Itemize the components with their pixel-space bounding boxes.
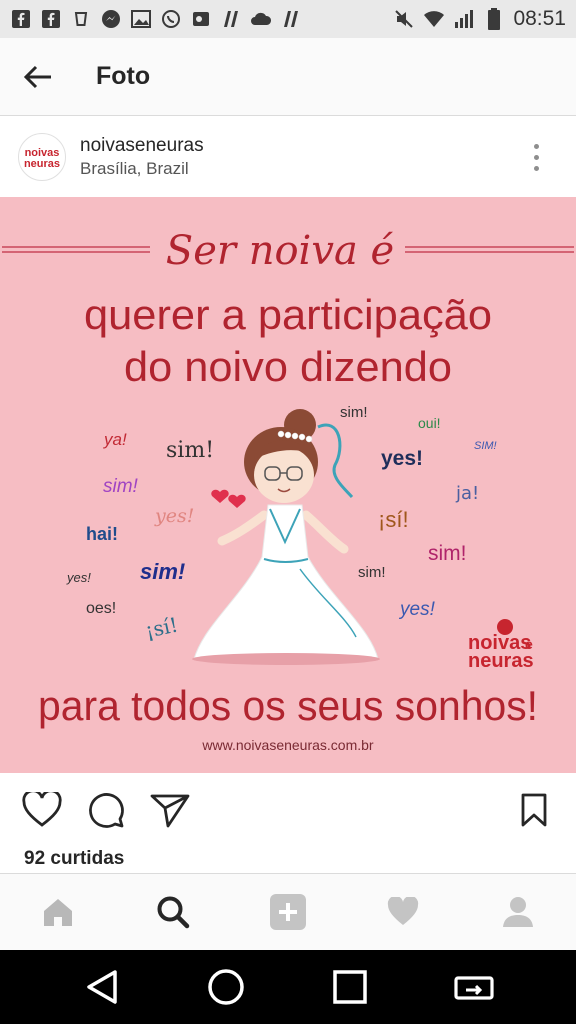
page-title: Foto <box>96 62 151 90</box>
word-hai: hai! <box>86 524 118 544</box>
back-icon <box>87 970 117 1004</box>
profile-icon <box>503 897 534 927</box>
system-back-button[interactable] <box>72 957 132 1017</box>
nav-search[interactable] <box>143 882 203 942</box>
word-sim-1: sim! <box>166 438 214 463</box>
like-button[interactable] <box>20 788 64 832</box>
app-header: Foto <box>0 38 576 116</box>
nav-activity[interactable] <box>373 882 433 942</box>
bottom-nav <box>0 873 576 950</box>
send-icon <box>150 794 190 828</box>
comment-icon <box>89 793 124 828</box>
image-line-1: querer a participação <box>84 291 492 338</box>
status-bar: 08:51 <box>0 0 576 38</box>
heart-icon <box>388 897 419 925</box>
image-line-2: do noivo dizendo <box>124 343 452 390</box>
signal-icon <box>453 8 475 30</box>
messenger-icon <box>100 8 122 30</box>
word-oui: oui! <box>418 415 441 431</box>
heart-icon <box>22 792 62 827</box>
cup-icon <box>70 8 92 30</box>
back-button[interactable] <box>0 38 76 116</box>
screen-cast-icon <box>454 976 494 1000</box>
word-yes-2: yes! <box>66 570 91 585</box>
add-icon <box>269 894 306 930</box>
word-ya: ya! <box>103 430 127 449</box>
mute-icon <box>393 8 415 30</box>
word-sim-5: sim! <box>428 542 467 565</box>
home-circle-icon <box>208 969 244 1005</box>
word-si-2: ¡sí! <box>378 507 409 532</box>
outlook-icon <box>190 8 212 30</box>
facebook-icon <box>10 8 32 30</box>
post-username[interactable]: noivaseneuras <box>80 134 204 158</box>
home-icon <box>43 899 72 926</box>
gallery-icon <box>130 8 152 30</box>
system-home-button[interactable] <box>196 957 256 1017</box>
image-headline: Ser noiva é <box>166 228 394 274</box>
post-location[interactable]: Brasília, Brazil <box>80 158 204 180</box>
bride-illustration <box>192 409 380 665</box>
word-sim-6: sim! <box>358 564 386 581</box>
save-button[interactable] <box>516 788 552 832</box>
word-sim-caps: SIM! <box>474 440 497 452</box>
nav-home[interactable] <box>28 882 88 942</box>
system-nav <box>0 950 576 1024</box>
bookmark-icon <box>521 793 547 827</box>
word-sim-4: sim! <box>340 404 368 421</box>
battery-icon <box>483 8 505 30</box>
word-sim-3: sim! <box>140 559 185 584</box>
word-yes-1: yes! <box>154 505 194 527</box>
word-sim-2: sim! <box>103 476 139 497</box>
search-icon <box>157 896 190 929</box>
likes-count[interactable]: 92 curtidas <box>24 848 124 870</box>
screen-cast-button[interactable] <box>444 957 504 1017</box>
post-actions <box>0 776 576 844</box>
post-header: noivas neuras noivaseneuras Brasília, Br… <box>0 117 576 197</box>
word-yes-4: yes! <box>398 599 436 620</box>
image-website: www.noivaseneuras.com.br <box>201 737 374 753</box>
word-oes: oes! <box>86 600 116 617</box>
word-si-1: ¡sí! <box>143 613 180 643</box>
comment-button[interactable] <box>84 788 128 832</box>
svg-text:neuras: neuras <box>468 650 534 672</box>
system-recents-button[interactable] <box>320 957 380 1017</box>
recents-icon <box>333 970 367 1004</box>
arrow-left-icon <box>23 65 51 88</box>
image-bottom-line: para todos os seus sonhos! <box>38 682 538 729</box>
image-logo: noivas e neuras <box>468 619 534 672</box>
wifi-icon <box>423 8 445 30</box>
post-image[interactable]: Ser noiva é querer a participação do noi… <box>0 197 576 773</box>
avatar-logo-bottom: neuras <box>24 158 60 170</box>
facebook-icon <box>40 8 62 30</box>
share-button[interactable] <box>148 788 192 832</box>
app-icon <box>280 8 302 30</box>
word-yes-3: yes! <box>381 447 423 470</box>
avatar[interactable]: noivas neuras <box>18 133 66 181</box>
app-icon <box>220 8 242 30</box>
nav-add[interactable] <box>258 882 318 942</box>
nav-profile[interactable] <box>488 882 548 942</box>
word-ja: ja! <box>455 483 479 504</box>
whatsapp-icon <box>160 8 182 30</box>
cloud-icon <box>250 8 272 30</box>
status-time: 08:51 <box>513 7 566 30</box>
more-options-button[interactable] <box>518 139 554 175</box>
